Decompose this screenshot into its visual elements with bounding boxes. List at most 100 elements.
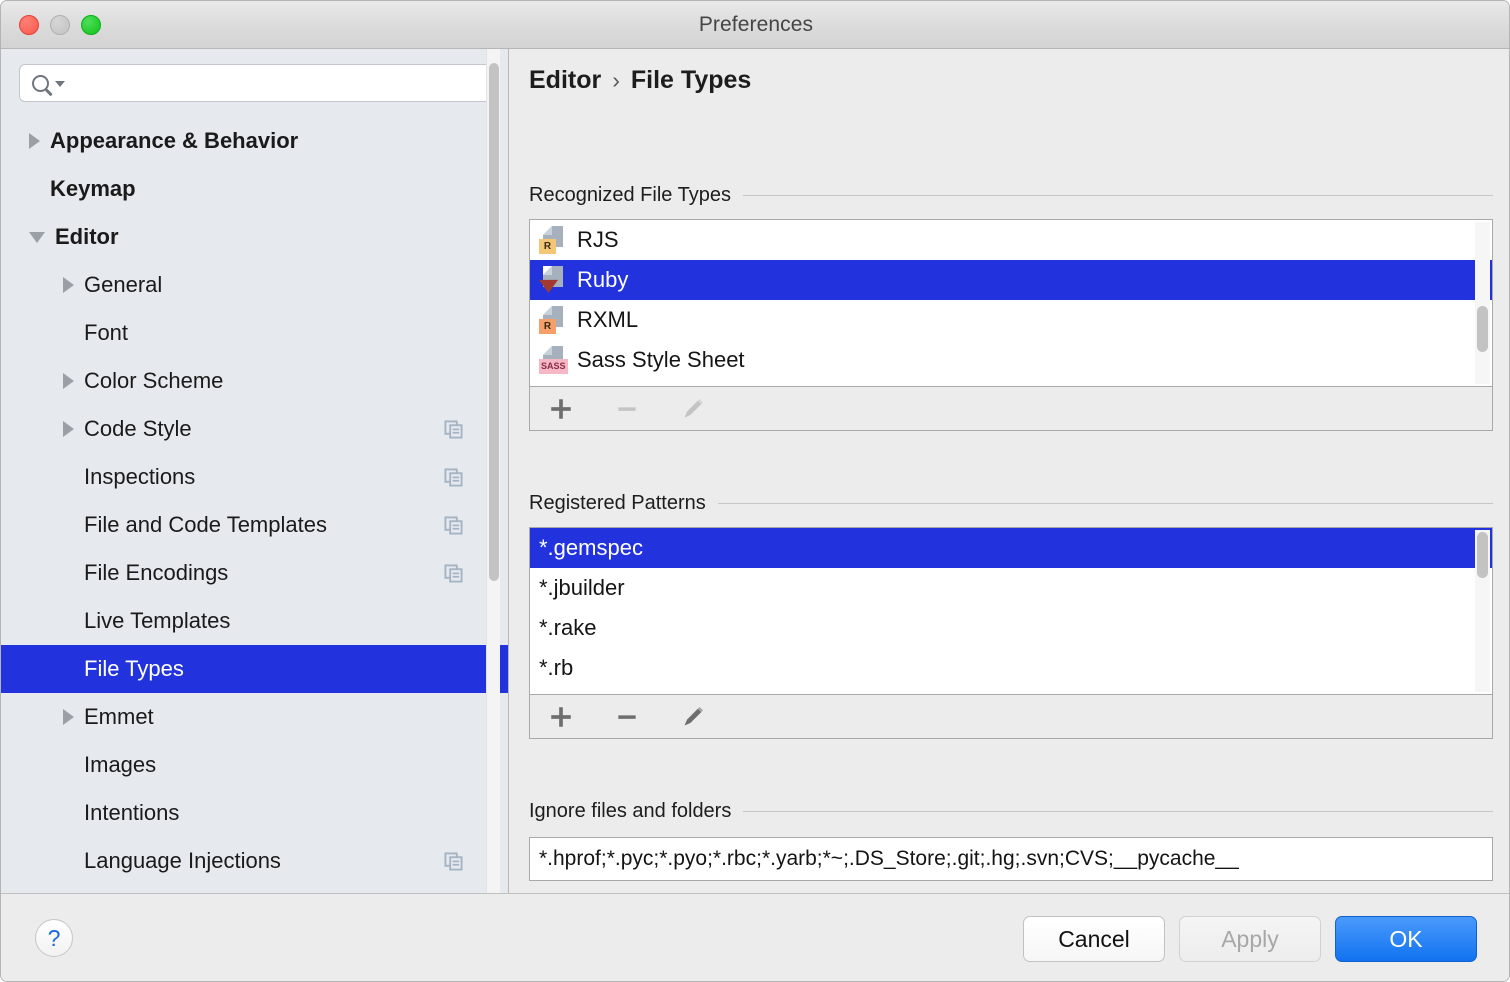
file-type-name: Sass Style Sheet [577,347,745,373]
ok-button[interactable]: OK [1335,916,1477,962]
search-field-wrapper [19,64,491,102]
section-divider [743,195,1493,196]
pattern-text: *.rb [539,655,573,681]
chevron-down-icon[interactable] [55,81,65,87]
breadcrumb: Editor › File Types [529,66,751,95]
copy-settings-icon [444,468,463,487]
breadcrumb-root[interactable]: Editor [529,66,601,95]
sidebar-item-appearance-behavior[interactable]: Appearance & Behavior [1,117,509,165]
edit-pencil-icon [678,394,708,424]
registered-patterns-group: Registered Patterns *.gemspec*.jbuilder*… [529,489,1493,739]
file-types-scrollbar-track[interactable] [1475,222,1490,384]
close-window-icon[interactable] [19,15,39,35]
sidebar-item-inspections[interactable]: Inspections [1,453,509,501]
sidebar-item-label: Editor [55,224,119,250]
breadcrumb-separator-icon: › [612,67,620,94]
remove-remove-icon [612,394,642,424]
maximize-window-icon[interactable] [81,15,101,35]
pattern-row[interactable]: *.rb [530,648,1492,688]
pattern-text: *.gemspec [539,535,643,561]
sidebar-item-images[interactable]: Images [1,741,509,789]
apply-button: Apply [1179,916,1321,962]
patterns-scrollbar-thumb[interactable] [1477,532,1488,578]
chevron-right-icon[interactable] [63,709,74,725]
sidebar-item-label: Color Scheme [84,368,223,394]
file-type-name: Ruby [577,267,628,293]
chevron-right-icon[interactable] [63,373,74,389]
sidebar-item-editor[interactable]: Editor [1,213,509,261]
file-types-scrollbar-thumb[interactable] [1477,306,1488,352]
chevron-right-icon[interactable] [63,277,74,293]
file-type-row[interactable]: RRXML [530,300,1492,340]
sidebar-item-label: Images [84,752,156,778]
sidebar-item-label: Appearance & Behavior [50,128,298,154]
chevron-right-icon[interactable] [63,421,74,437]
sidebar-item-code-style[interactable]: Code Style [1,405,509,453]
sidebar-item-label: General [84,272,162,298]
sidebar-item-file-and-code-templates[interactable]: File and Code Templates [1,501,509,549]
pattern-row[interactable]: *.jbuilder [530,568,1492,608]
pattern-text: *.jbuilder [539,575,625,601]
sidebar-item-emmet[interactable]: Emmet [1,693,509,741]
sidebar-item-keymap[interactable]: Keymap [1,165,509,213]
add-add-icon[interactable] [546,394,576,424]
sidebar-item-label: Intentions [84,800,179,826]
sidebar-item-language-injections[interactable]: Language Injections [1,837,509,885]
sidebar-scrollbar-thumb[interactable] [489,63,499,581]
search-icon [32,75,49,92]
remove-remove-icon[interactable] [612,702,642,732]
file-type-row[interactable]: RRJS [530,220,1492,260]
ignore-files-input[interactable] [529,837,1493,881]
sidebar-item-font[interactable]: Font [1,309,509,357]
window-titlebar: Preferences [1,1,1510,49]
copy-settings-icon [444,420,463,439]
ruby-file-icon [539,266,565,294]
patterns-scrollbar-track[interactable] [1475,530,1490,692]
ignore-files-header: Ignore files and folders [529,797,1493,825]
registered-patterns-list[interactable]: *.gemspec *.jbuilder *.rake *.rb [529,527,1493,695]
sidebar-item-label: File Encodings [84,560,228,586]
settings-tree[interactable]: Appearance & Behavior Keymap Editor General… [1,117,509,893]
footer-button-row: Cancel Apply OK [1023,916,1477,962]
file-type-row[interactable]: Ruby [530,260,1492,300]
sidebar-item-file-types[interactable]: File Types [1,645,509,693]
sidebar-item-general[interactable]: General [1,261,509,309]
help-button[interactable]: ? [35,919,73,957]
recognized-file-types-list[interactable]: RRJS Ruby RRXML SASS Sass Style Sheet [529,219,1493,387]
sidebar-item-label: Emmet [84,704,154,730]
copy-settings-icon [444,516,463,535]
settings-sidebar: Appearance & Behavior Keymap Editor General… [1,49,509,893]
sidebar-item-file-encodings[interactable]: File Encodings [1,549,509,597]
recognized-file-types-label: Recognized File Types [529,184,731,207]
edit-pencil-icon[interactable] [678,702,708,732]
recognized-file-types-header: Recognized File Types [529,181,1493,209]
pattern-row[interactable]: *.gemspec [530,528,1492,568]
registered-patterns-label: Registered Patterns [529,492,706,515]
sidebar-item-live-templates[interactable]: Live Templates [1,597,509,645]
sidebar-item-intentions[interactable]: Intentions [1,789,509,837]
sass-file-icon: SASS [539,346,565,374]
add-add-icon[interactable] [546,702,576,732]
search-input[interactable] [68,65,490,101]
ruby-js-file-icon: R [539,226,565,254]
sidebar-item-color-scheme[interactable]: Color Scheme [1,357,509,405]
file-type-badge: R [539,239,556,254]
pattern-row[interactable]: *.rake [530,608,1492,648]
sidebar-scrollbar-track[interactable] [486,49,500,893]
dialog-content: Appearance & Behavior Keymap Editor General… [1,49,1510,893]
sidebar-item-label: Inspections [84,464,195,490]
search-field[interactable] [19,64,491,102]
minimize-window-icon[interactable] [50,15,70,35]
dialog-footer: ? Cancel Apply OK [1,893,1510,982]
cancel-button[interactable]: Cancel [1023,916,1165,962]
traffic-light-group [19,15,101,35]
sidebar-item-label: File Types [84,656,184,682]
recognized-file-types-group: Recognized File Types RRJSRubyRRXMLSASSS… [529,181,1493,431]
sidebar-item-label: Code Style [84,416,192,442]
chevron-right-icon[interactable] [29,133,40,149]
copy-settings-icon [444,564,463,583]
chevron-down-icon[interactable] [29,232,45,243]
sidebar-item-label: Font [84,320,128,346]
file-type-badge: SASS [539,359,568,374]
file-type-row[interactable]: SASS Sass Style Sheet [530,340,1492,380]
